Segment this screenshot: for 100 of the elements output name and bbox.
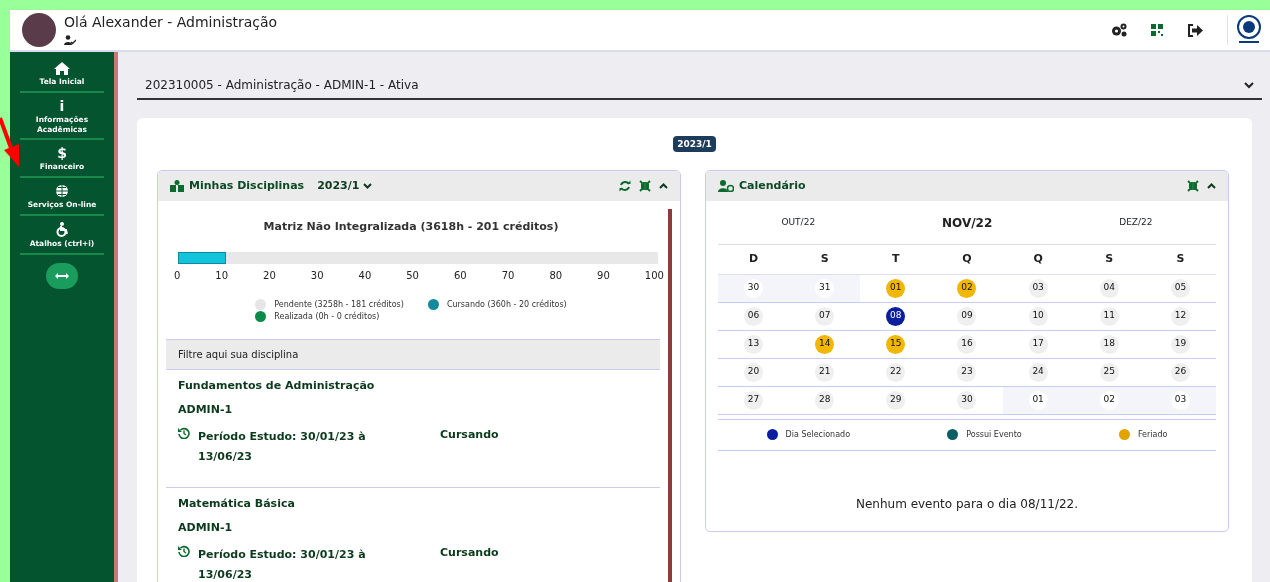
calendar-day[interactable]: 30 — [957, 390, 977, 410]
refresh-icon[interactable] — [619, 180, 631, 192]
calendar-day[interactable]: 21 — [815, 362, 835, 382]
chevron-up-icon[interactable] — [1207, 183, 1216, 189]
weekday-label: S — [1073, 245, 1145, 275]
next-month-link[interactable]: DEZ/22 — [1119, 215, 1153, 230]
calendar-day[interactable]: 02 — [1099, 390, 1119, 410]
calendar-day[interactable]: 07 — [815, 306, 835, 326]
progress-title: Matriz Não Integralizada (3618h - 201 créditos) — [262, 219, 560, 235]
calendar-day[interactable]: 28 — [815, 390, 835, 410]
calendar-day[interactable]: 22 — [886, 362, 906, 382]
calendar-day[interactable]: 12 — [1170, 306, 1190, 326]
calendar-day[interactable]: 13 — [744, 334, 764, 354]
axis-tick-label: 60 — [453, 268, 467, 283]
calendar-day[interactable]: 24 — [1028, 362, 1048, 382]
user-check-icon — [64, 34, 76, 45]
logo-icon — [1236, 15, 1262, 45]
period-badge: 2023/1 — [673, 136, 716, 152]
logout-icon[interactable] — [1187, 23, 1203, 37]
calendar-day[interactable]: 16 — [957, 334, 977, 354]
discipline-status: Cursando — [439, 544, 499, 561]
compress-icon[interactable] — [639, 180, 651, 192]
history-icon — [178, 426, 190, 439]
empty-message: Nenhum evento para o dia 08/11/22. — [854, 495, 1080, 513]
weekday-label: D — [718, 245, 790, 275]
calendar-day[interactable]: 08 — [886, 306, 906, 326]
calendar-day[interactable]: 31 — [815, 278, 835, 298]
panel-title: Minhas Disciplinas — [189, 177, 305, 194]
legend-label: Possui Evento — [966, 428, 1022, 441]
discipline-name[interactable]: Matemática Básica — [178, 495, 648, 512]
study-period: Período Estudo: 30/01/23 à 13/06/23 — [198, 546, 367, 582]
course-select[interactable]: 202310005 - Administração - ADMIN-1 - Ativa — [145, 76, 419, 94]
calendar-day[interactable]: 14 — [815, 334, 835, 354]
weekday-label: Q — [1002, 245, 1074, 275]
calendar-day[interactable]: 02 — [957, 278, 977, 298]
icon-glyph: $ — [57, 146, 67, 161]
calendar-day[interactable]: 10 — [1028, 306, 1048, 326]
icon-glyph: i — [59, 98, 65, 113]
calendar-day[interactable]: 17 — [1028, 334, 1048, 354]
scrollbar[interactable] — [668, 209, 672, 582]
calendar-day[interactable]: 04 — [1099, 278, 1119, 298]
calendar-day[interactable]: 01 — [886, 278, 906, 298]
axis-tick-label: 10 — [215, 268, 229, 283]
weekday-label: S — [1144, 245, 1216, 275]
discipline-code: ADMIN-1 — [178, 402, 234, 418]
calendar-day[interactable]: 03 — [1170, 390, 1190, 410]
legend-label: Cursando (360h - 20 créditos) — [446, 298, 567, 311]
axis-tick-label: 0 — [174, 268, 181, 283]
chevron-down-icon[interactable] — [1244, 81, 1254, 89]
books-icon — [170, 180, 184, 192]
history-icon — [178, 544, 190, 557]
calendar-day[interactable]: 27 — [744, 390, 764, 410]
calendar-day[interactable]: 05 — [1170, 278, 1190, 298]
filter-field[interactable]: Filtre aqui sua disciplina — [166, 339, 660, 370]
axis-tick-label: 50 — [406, 268, 419, 283]
calendar-day[interactable]: 15 — [886, 334, 906, 354]
axis-tick-label: 80 — [549, 268, 563, 283]
weekday-label: T — [860, 245, 932, 275]
panel-title: Calendário — [739, 177, 806, 194]
arrow-annotation — [0, 116, 20, 168]
axis-tick-label: 30 — [310, 268, 324, 283]
globe-icon — [55, 184, 69, 198]
axis-tick-label: 90 — [597, 268, 610, 283]
calendar-day[interactable]: 09 — [957, 306, 977, 326]
axis-tick-label: 20 — [263, 268, 276, 283]
calendar-day[interactable]: 19 — [1170, 334, 1190, 354]
weekday-label: Q — [931, 245, 1003, 275]
avatar — [22, 13, 56, 47]
calendar-day[interactable]: 20 — [744, 362, 764, 382]
calendar-day[interactable]: 25 — [1099, 362, 1119, 382]
calendar-day[interactable]: 30 — [744, 278, 764, 298]
chevron-up-icon[interactable] — [659, 183, 668, 189]
calendar-day[interactable]: 26 — [1170, 362, 1190, 382]
calendar-day[interactable]: 18 — [1099, 334, 1119, 354]
gears-icon[interactable] — [1111, 23, 1127, 37]
calendar-day[interactable]: 06 — [744, 306, 764, 326]
previous-month-link[interactable]: OUT/22 — [781, 215, 816, 230]
axis-tick-label: 100 — [644, 268, 664, 283]
discipline-status: Cursando — [439, 426, 499, 443]
discipline-name[interactable]: Fundamentos de Administração — [178, 377, 648, 394]
qr-code-icon[interactable] — [1151, 24, 1163, 36]
calendar-day[interactable]: 03 — [1028, 278, 1048, 298]
legend-label: Pendente (3258h - 181 créditos) — [274, 298, 404, 311]
calendar-day[interactable]: 11 — [1099, 306, 1119, 326]
weekday-label: S — [789, 245, 861, 275]
calendar-day[interactable]: 23 — [957, 362, 977, 382]
compress-icon[interactable] — [1187, 180, 1199, 192]
period-dropdown[interactable]: 2023/1 — [317, 177, 373, 195]
toggle-sidebar-button[interactable] — [46, 262, 78, 289]
current-month: NOV/22 — [942, 214, 993, 232]
legend-label: Feriado — [1137, 428, 1168, 441]
accessibility-icon — [56, 221, 68, 237]
calendar-day[interactable]: 01 — [1028, 390, 1048, 410]
axis-tick-label: 70 — [501, 268, 515, 283]
home-icon — [54, 62, 70, 75]
greeting-title: Olá Alexander - Administração — [64, 15, 278, 31]
calendar-day[interactable]: 29 — [886, 390, 906, 410]
discipline-code: ADMIN-1 — [178, 520, 234, 536]
axis-tick-label: 40 — [358, 268, 372, 283]
double-arrow-icon — [55, 272, 69, 279]
